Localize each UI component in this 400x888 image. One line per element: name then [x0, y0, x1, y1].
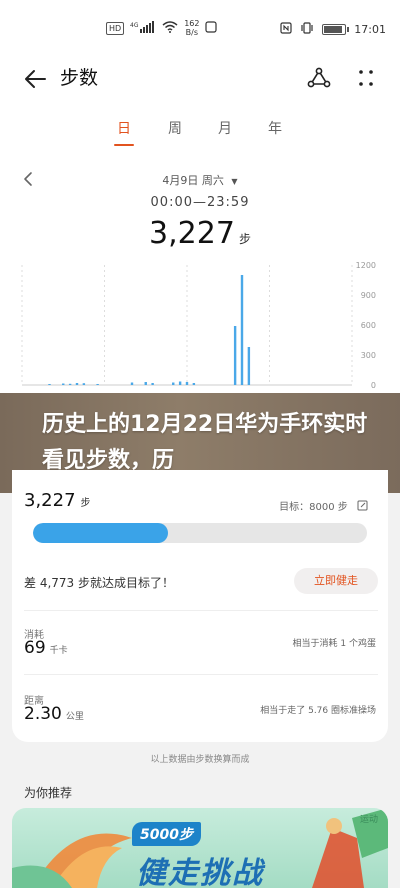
total-steps: 3,227 步: [0, 216, 400, 251]
tab-day[interactable]: 日: [109, 118, 139, 138]
divider: [24, 610, 378, 611]
chart-bar: [144, 382, 147, 385]
goal-setting[interactable]: 目标：8000 步: [279, 498, 368, 513]
chart-bar: [247, 347, 251, 385]
promo-headline: 健走挑战: [136, 856, 264, 888]
goal-progress-fill: [33, 523, 168, 543]
date-label: 4月9日 周六: [162, 174, 224, 187]
battery-icon: [322, 24, 350, 35]
battery-fill: [324, 26, 343, 33]
back-arrow-icon[interactable]: [22, 66, 48, 92]
chart-bar: [82, 383, 86, 385]
dropdown-caret-icon: ▼: [231, 177, 238, 186]
page-title: 步数: [60, 67, 99, 89]
status-bar: HD 4G 162 B/s 17:01: [0, 0, 400, 56]
notification-icon: [205, 20, 218, 36]
status-right: 17:01: [280, 22, 386, 37]
card-steps-unit: 步: [80, 498, 91, 509]
hourly-steps-chart: 1200 900 600 300 0: [21, 261, 376, 390]
chart-bar: [233, 326, 237, 385]
calories-unit: 千卡: [49, 646, 68, 656]
calories-value: 69 千卡: [24, 638, 68, 658]
divider: [24, 674, 378, 675]
recommend-card[interactable]: 5000步 健走挑战 运动: [12, 808, 388, 888]
goal-label: 目标：8000 步: [279, 502, 348, 513]
promo-badge: 5000步: [132, 822, 201, 846]
recommend-title: 为你推荐: [24, 786, 73, 800]
active-tab-indicator: [114, 144, 134, 146]
chart-bar: [192, 383, 196, 385]
chart-bar: [48, 384, 51, 385]
y-tick-label: 900: [361, 291, 376, 300]
calories-number: 69: [24, 638, 46, 658]
y-tick-label: 300: [361, 351, 376, 360]
period-tabs: 日 周 月 年: [0, 106, 400, 150]
edit-icon: [357, 500, 368, 511]
goal-progress-bar: [33, 523, 367, 543]
total-steps-value: 3,227: [149, 216, 235, 251]
y-tick-label: 600: [361, 321, 376, 330]
chart-bar: [62, 383, 65, 385]
calories-equivalent: 相当于消耗 1 个鸡蛋: [292, 639, 376, 649]
card-steps-value: 3,227: [24, 490, 76, 511]
signal-label: 4G: [130, 22, 139, 29]
chart-bar: [185, 382, 189, 385]
speed-value: 162: [184, 19, 200, 28]
chart-bar: [68, 383, 72, 385]
data-source-note: 以上数据由步数换算而成: [150, 755, 250, 765]
daily-chart-section: 4月9日 周六 ▼ 00:00—23:59 3,227 步 1200 900 600 3…: [0, 150, 400, 393]
status-left: HD 4G 162 B/s: [106, 19, 218, 37]
total-steps-unit: 步: [238, 232, 251, 246]
clock: 17:01: [354, 23, 386, 36]
banner-headline: 历史上的12月22日华为手环实时看见步数，历: [42, 412, 368, 473]
hd-badge: HD: [106, 21, 125, 35]
vibrate-icon: [300, 22, 314, 37]
distance-unit: 公里: [65, 712, 84, 722]
tab-week[interactable]: 周: [160, 118, 190, 138]
speed-unit: B/s: [185, 28, 198, 37]
distance-number: 2.30: [24, 704, 62, 724]
steps-detail-card: 3,227 步 目标：8000 步 差 4,773 步就达成目标了！ 立即健走 消…: [12, 470, 388, 742]
chart-bar: [172, 382, 175, 385]
y-tick-label: 1200: [356, 261, 376, 270]
tab-year[interactable]: 年: [260, 118, 290, 138]
chart-bar: [240, 275, 244, 385]
chart-bar: [151, 383, 154, 385]
remaining-steps-text: 差 4,773 步就达成目标了！: [24, 576, 174, 590]
network-speed: 162 B/s: [184, 19, 199, 37]
start-walk-button[interactable]: 立即健走: [294, 568, 378, 594]
share-icon[interactable]: [305, 64, 333, 92]
nfc-icon: [280, 22, 292, 37]
tab-month[interactable]: 月: [210, 118, 240, 138]
app-bar: 步数: [0, 56, 400, 106]
chart-bar: [96, 384, 99, 385]
chart-bar: [178, 381, 182, 385]
date-selector[interactable]: 4月9日 周六 ▼: [0, 172, 400, 188]
promo-tag: 运动: [359, 815, 378, 825]
time-range: 00:00—23:59: [150, 195, 250, 210]
more-options-icon[interactable]: [354, 64, 378, 92]
distance-value: 2.30 公里: [24, 704, 84, 724]
y-tick-label: 0: [371, 381, 376, 390]
card-steps: 3,227 步: [24, 490, 91, 511]
wifi-icon: [162, 20, 178, 36]
chart-bar: [130, 382, 134, 385]
distance-equivalent: 相当于走了 5.76 圈标准操场: [260, 706, 376, 716]
chart-bar: [75, 383, 79, 385]
signal-icon: 4G: [130, 20, 156, 36]
